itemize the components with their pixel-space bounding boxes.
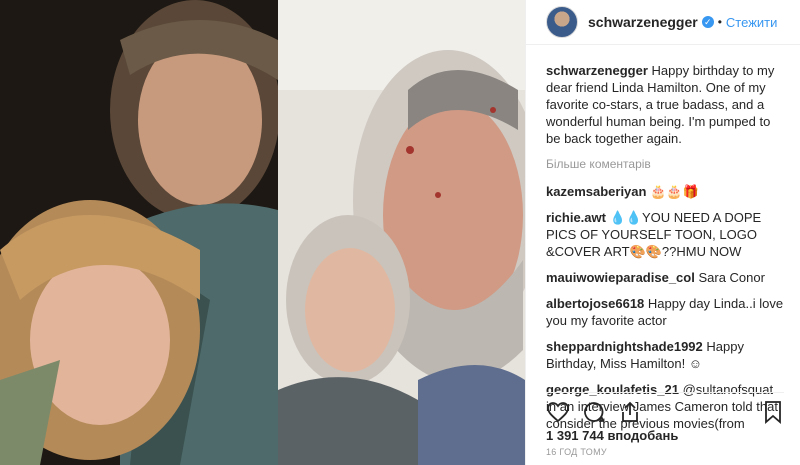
caption-username[interactable]: schwarzenegger [546, 63, 648, 78]
post-media[interactable] [0, 0, 525, 465]
photo-left [0, 0, 278, 465]
comment-icon[interactable] [582, 400, 606, 429]
verified-badge-icon: ✓ [701, 16, 714, 28]
comment-username[interactable]: kazemsaberiyan [546, 184, 646, 199]
photo-right-image [278, 0, 525, 465]
more-comments-link[interactable]: Більше коментарів [546, 156, 786, 173]
header-separator: • [717, 15, 722, 29]
follow-button[interactable]: Стежити [726, 15, 777, 30]
comment-item: richie.awt 💧💧YOU NEED A DOPE PICS OF YOU… [546, 209, 786, 260]
comment-text: Sara Conor [698, 270, 765, 285]
comment-username[interactable]: mauiwowieparadise_col [546, 270, 695, 285]
post-sidebar: schwarzenegger ✓ • Стежити schwarzenegge… [525, 0, 800, 465]
comment-text: 🎂🎂🎁 [650, 184, 699, 199]
avatar[interactable] [546, 6, 578, 38]
comments-list: schwarzenegger Happy birthday to my dear… [546, 62, 786, 441]
comment-item: albertojose6618 Happy day Linda..i love … [546, 295, 786, 329]
header-username[interactable]: schwarzenegger [588, 14, 698, 30]
photo-right [278, 0, 525, 465]
caption: schwarzenegger Happy birthday to my dear… [546, 62, 786, 147]
comment-username[interactable]: richie.awt [546, 210, 606, 225]
instagram-post: schwarzenegger ✓ • Стежити schwarzenegge… [0, 0, 800, 465]
photo-left-image [0, 0, 278, 465]
action-bar [546, 392, 784, 429]
heart-icon[interactable] [546, 400, 570, 429]
comment-username[interactable]: albertojose6618 [546, 296, 644, 311]
comment-item: sheppardnightshade1992 Happy Birthday, M… [546, 338, 786, 372]
likes-count[interactable]: 1 391 744 вподобань [546, 428, 678, 443]
post-timestamp: 16 ГОД ТОМУ [546, 447, 607, 457]
comment-username[interactable]: sheppardnightshade1992 [546, 339, 703, 354]
comment-item: mauiwowieparadise_col Sara Conor [546, 269, 786, 286]
bookmark-icon[interactable] [762, 400, 784, 429]
share-icon[interactable] [618, 400, 642, 429]
comment-item: kazemsaberiyan 🎂🎂🎁 [546, 183, 786, 200]
post-header: schwarzenegger ✓ • Стежити [526, 0, 800, 45]
